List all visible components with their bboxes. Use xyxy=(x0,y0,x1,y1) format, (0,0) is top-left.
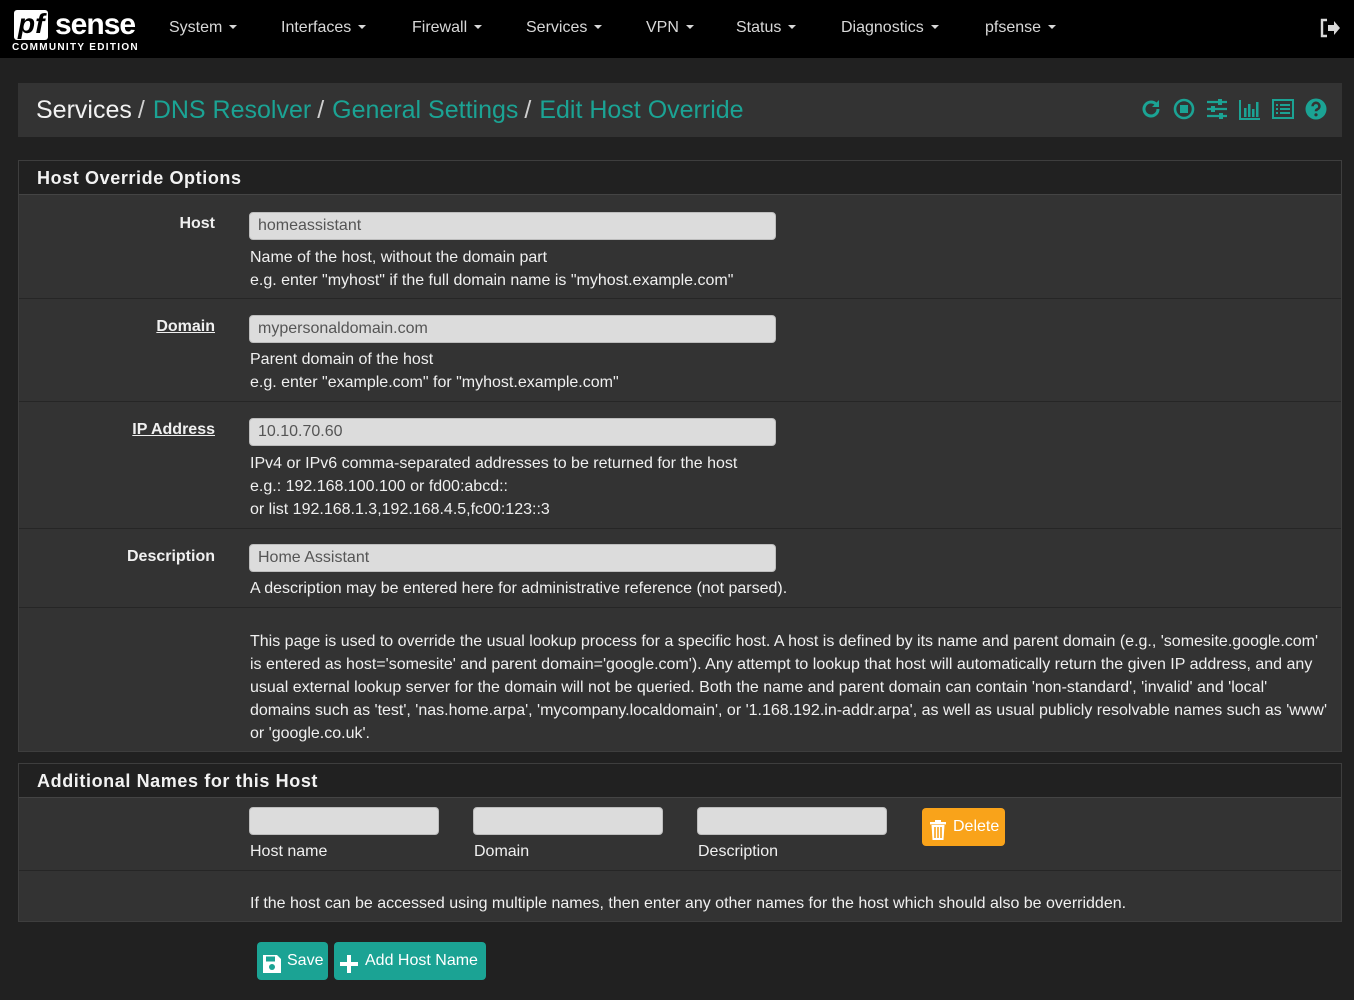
trash-icon xyxy=(929,817,947,840)
help-icon[interactable] xyxy=(1304,97,1328,121)
delete-label: Delete xyxy=(953,818,1000,835)
add-host-name-label: Add Host Name xyxy=(365,952,478,969)
settings-icon[interactable] xyxy=(1205,97,1229,121)
description-label: Description xyxy=(698,843,779,860)
stop-icon[interactable] xyxy=(1172,97,1196,121)
additional-domain-input[interactable] xyxy=(473,807,663,835)
log-icon[interactable] xyxy=(1271,97,1295,121)
nav-status-label: Status xyxy=(736,19,782,36)
domain-label: Domain xyxy=(474,843,530,860)
ip-help-2: e.g.: 192.168.100.100 or fd00:abcd:: xyxy=(250,478,508,495)
info-line: This page is used to override the usual … xyxy=(250,633,1319,650)
host-help-2: e.g. enter "myhost" if the full domain n… xyxy=(250,272,734,289)
domain-help-2: e.g. enter "example.com" for "myhost.exa… xyxy=(250,374,619,391)
nav-firewall[interactable]: Firewall xyxy=(412,18,483,38)
breadcrumb-separator: / xyxy=(524,96,532,124)
host-override-panel: Host Override Options Host Name of the h… xyxy=(18,160,1342,752)
info-line: domains such as 'test', 'nas.home.arpa',… xyxy=(250,702,1328,719)
logo-sense: sense xyxy=(55,8,136,41)
chart-icon[interactable] xyxy=(1238,97,1262,121)
ip-help-1: IPv4 or IPv6 comma-separated addresses t… xyxy=(250,455,738,472)
domain-label[interactable]: Domain xyxy=(156,318,215,336)
add-host-name-button[interactable]: Add Host Name xyxy=(334,942,486,980)
nav-vpn-label: VPN xyxy=(646,19,679,36)
description-input[interactable] xyxy=(249,544,776,572)
nav-pfsense-label: pfsense xyxy=(985,19,1042,36)
chevron-down-icon xyxy=(474,24,483,29)
top-navbar: pf sense COMMUNITY EDITION System Interf… xyxy=(0,0,1354,58)
logout-icon[interactable] xyxy=(1318,16,1342,40)
nav-system[interactable]: System xyxy=(169,18,238,38)
info-line: usual external lookup server for the dom… xyxy=(250,679,1268,696)
additional-name-row: Host name Domain Description Delete xyxy=(19,799,1341,871)
restart-icon[interactable] xyxy=(1139,97,1163,121)
domain-input[interactable] xyxy=(249,315,776,343)
nav-services[interactable]: Services xyxy=(526,18,603,38)
header-icon-group xyxy=(1139,97,1328,123)
nav-diagnostics[interactable]: Diagnostics xyxy=(841,18,939,38)
description-help: A description may be entered here for ad… xyxy=(250,580,788,597)
plus-icon xyxy=(339,951,359,973)
breadcrumb-separator: / xyxy=(137,96,145,124)
panel-title: Host Override Options xyxy=(19,161,1341,195)
chevron-down-icon xyxy=(930,24,939,29)
host-help-1: Name of the host, without the domain par… xyxy=(250,249,548,266)
domain-help-1: Parent domain of the host xyxy=(250,351,434,368)
breadcrumb-edit-host-override[interactable]: Edit Host Override xyxy=(539,96,743,124)
description-label: Description xyxy=(126,548,215,565)
additional-help-row: If the host can be accessed using multip… xyxy=(19,871,1341,922)
breadcrumb-dns-resolver[interactable]: DNS Resolver xyxy=(153,96,311,124)
nav-interfaces[interactable]: Interfaces xyxy=(281,18,367,38)
nav-interfaces-label: Interfaces xyxy=(281,19,352,36)
chevron-down-icon xyxy=(685,24,694,29)
nav-pfsense[interactable]: pfsense xyxy=(985,18,1057,38)
ip-address-input[interactable] xyxy=(249,418,776,446)
additional-help: If the host can be accessed using multip… xyxy=(250,895,1127,912)
host-label: Host xyxy=(179,215,215,232)
logo-pf: pf xyxy=(14,10,49,40)
save-label: Save xyxy=(287,952,324,969)
info-line: is entered as host='somesite' and parent… xyxy=(250,656,1313,673)
breadcrumb-services: Services xyxy=(36,96,132,124)
additional-host-name-input[interactable] xyxy=(249,807,439,835)
delete-button[interactable]: Delete xyxy=(922,808,1005,846)
nav-vpn[interactable]: VPN xyxy=(646,18,694,38)
description-row: Description A description may be entered… xyxy=(19,529,1341,608)
logo-edition: COMMUNITY EDITION xyxy=(12,42,139,53)
ip-address-label[interactable]: IP Address xyxy=(132,421,215,439)
info-row: This page is used to override the usual … xyxy=(19,608,1341,752)
chevron-down-icon xyxy=(788,24,797,29)
host-row: Host Name of the host, without the domai… xyxy=(19,196,1341,299)
save-button[interactable]: Save xyxy=(257,942,328,980)
chevron-down-icon xyxy=(229,24,238,29)
breadcrumb-separator: / xyxy=(317,96,325,124)
chevron-down-icon xyxy=(594,24,603,29)
chevron-down-icon xyxy=(1048,24,1057,29)
nav-services-label: Services xyxy=(526,19,588,36)
nav-system-label: System xyxy=(169,19,223,36)
breadcrumb: Services / DNS Resolver / General Settings / E… xyxy=(36,95,744,125)
save-icon xyxy=(262,951,282,973)
nav-diagnostics-label: Diagnostics xyxy=(841,19,924,36)
pfsense-logo[interactable]: pf sense COMMUNITY EDITION xyxy=(12,8,138,54)
breadcrumb-bar: Services / DNS Resolver / General Settings / E… xyxy=(18,83,1342,137)
host-input[interactable] xyxy=(249,212,776,240)
nav-status[interactable]: Status xyxy=(736,18,797,38)
host-name-label: Host name xyxy=(250,843,328,860)
chevron-down-icon xyxy=(358,24,367,29)
info-line: or 'google.co.uk'. xyxy=(250,725,370,742)
additional-names-panel: Additional Names for this Host Host name… xyxy=(18,763,1342,922)
nav-firewall-label: Firewall xyxy=(412,19,468,36)
additional-description-input[interactable] xyxy=(697,807,887,835)
ip-address-row: IP Address IPv4 or IPv6 comma-separated … xyxy=(19,402,1341,529)
panel-title: Additional Names for this Host xyxy=(19,764,1341,798)
domain-row: Domain Parent domain of the host e.g. en… xyxy=(19,299,1341,402)
breadcrumb-general-settings[interactable]: General Settings xyxy=(332,96,518,124)
ip-help-3: or list 192.168.1.3,192.168.4.5,fc00:123… xyxy=(250,501,550,518)
